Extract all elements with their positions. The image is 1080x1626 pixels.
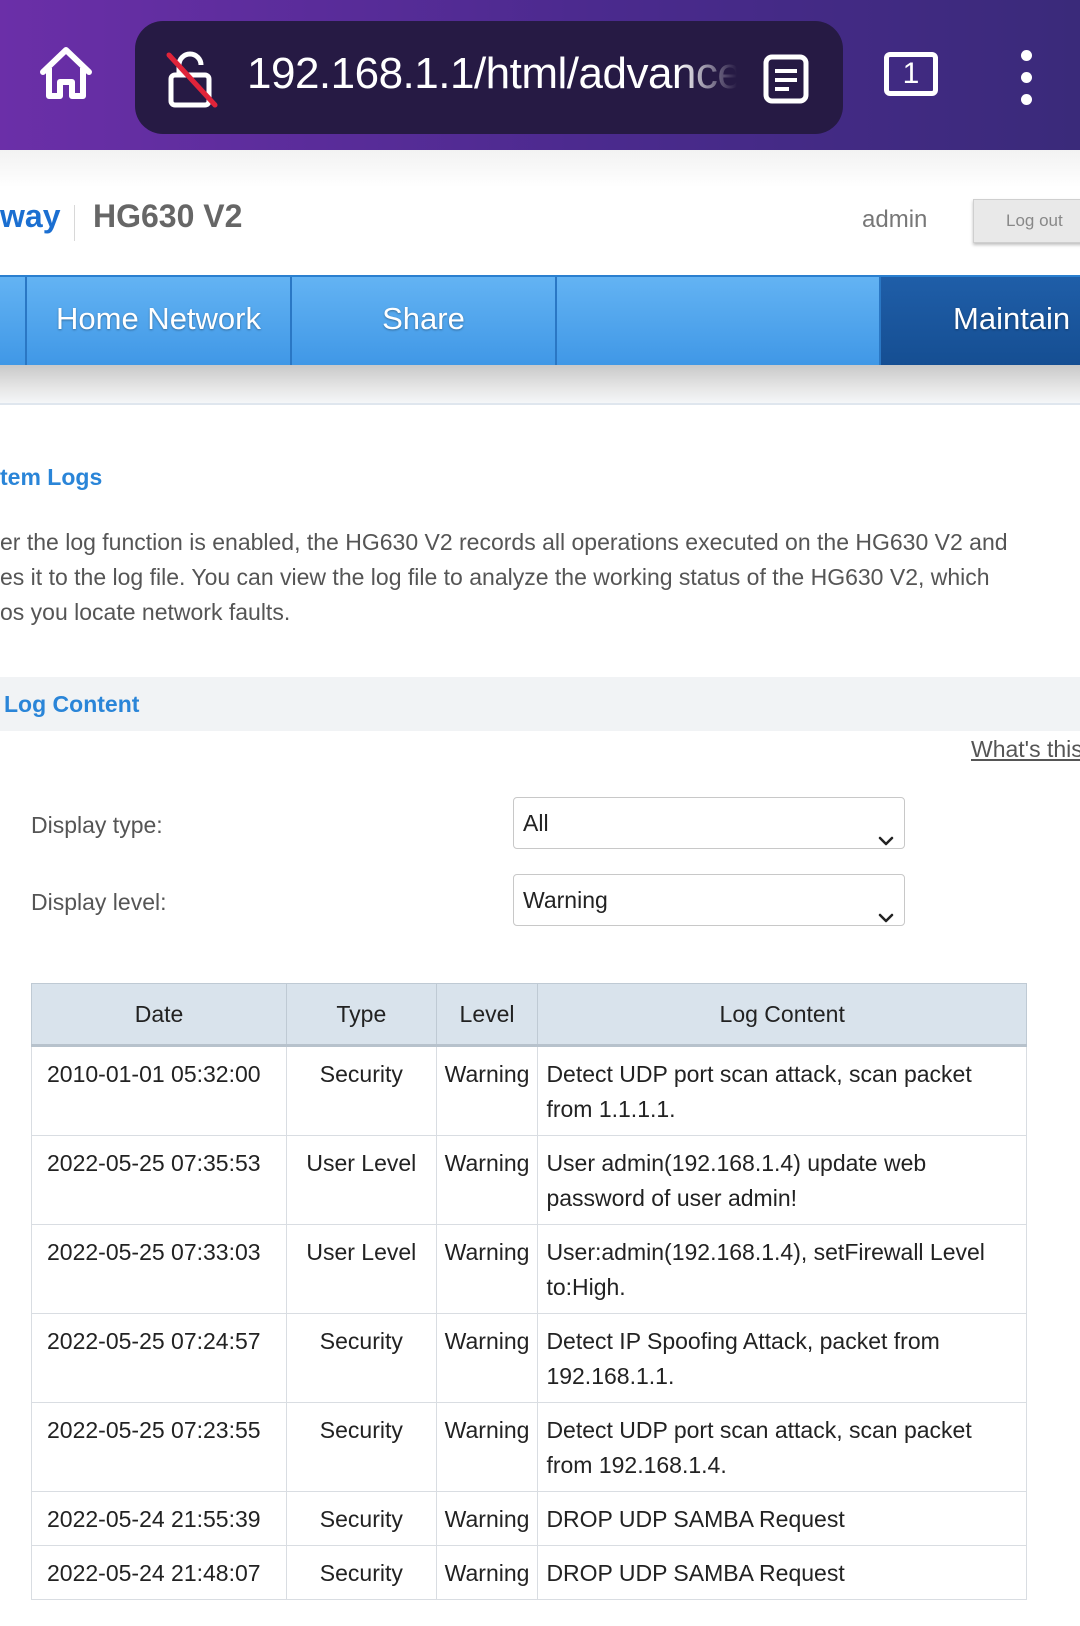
log-level: Warning bbox=[435, 1491, 539, 1546]
description-line: es it to the log file. You can view the … bbox=[0, 564, 990, 590]
log-content: Detect UDP port scan attack, scan packet… bbox=[537, 1045, 1027, 1136]
description-line: os you locate network faults. bbox=[0, 599, 291, 625]
log-date: 2022-05-25 07:35:53 bbox=[31, 1135, 287, 1225]
display-level-label: Display level: bbox=[31, 889, 167, 915]
tab-count: 1 bbox=[902, 57, 920, 90]
nav-item-share[interactable]: Share bbox=[292, 277, 557, 367]
column-header-level: Level bbox=[435, 983, 539, 1047]
log-content: Detect UDP port scan attack, scan packet… bbox=[537, 1402, 1027, 1492]
unlocked-warning-icon[interactable] bbox=[165, 51, 219, 109]
nav-item-home-network[interactable]: Home Network bbox=[27, 277, 292, 367]
log-level: Warning bbox=[435, 1045, 539, 1136]
column-header-log-content: Log Content bbox=[537, 983, 1027, 1047]
url-text[interactable]: 192.168.1.1/html/advance.ht bbox=[247, 49, 737, 99]
log-date: 2022-05-24 21:55:39 bbox=[31, 1491, 287, 1546]
reader-mode-icon[interactable] bbox=[763, 54, 809, 104]
display-level-select[interactable]: Warning bbox=[513, 874, 905, 926]
page-description: er the log function is enabled, the HG63… bbox=[0, 525, 1070, 630]
nav-item-maintain[interactable]: Maintain bbox=[881, 277, 1080, 367]
log-content: User admin(192.168.1.4) update web passw… bbox=[537, 1135, 1027, 1225]
subsection-header: Log Content bbox=[0, 677, 1080, 731]
display-type-value: All bbox=[523, 810, 549, 836]
log-date: 2010-01-01 05:32:00 bbox=[31, 1045, 287, 1136]
log-type: Security bbox=[286, 1545, 437, 1600]
display-type-select[interactable]: All bbox=[513, 797, 905, 849]
log-type: User Level bbox=[286, 1224, 437, 1314]
log-content: User:admin(192.168.1.4), setFirewall Lev… bbox=[537, 1224, 1027, 1314]
table-row: 2022-05-25 07:33:03 User Level Warning U… bbox=[31, 1224, 1027, 1314]
table-row: 2022-05-25 07:35:53 User Level Warning U… bbox=[31, 1135, 1027, 1225]
log-level: Warning bbox=[435, 1135, 539, 1225]
table-row: 2022-05-24 21:55:39 Security Warning DRO… bbox=[31, 1491, 1027, 1546]
router-header: way HG630 V2 admin Log out bbox=[0, 150, 1080, 275]
header-divider bbox=[74, 205, 75, 241]
chevron-down-icon bbox=[878, 893, 894, 923]
page-title: tem Logs bbox=[0, 464, 103, 490]
subsection-title: Log Content bbox=[4, 691, 140, 717]
table-row: 2022-05-24 21:48:07 Security Warning DRO… bbox=[31, 1545, 1027, 1600]
nav-item-clipped[interactable] bbox=[0, 277, 27, 367]
log-type: Security bbox=[286, 1313, 437, 1403]
log-type: Security bbox=[286, 1045, 437, 1136]
log-table: Date Type Level Log Content 2010-01-01 0… bbox=[31, 983, 1027, 1600]
display-level-value: Warning bbox=[523, 887, 608, 913]
log-content: DROP UDP SAMBA Request bbox=[537, 1491, 1027, 1546]
log-level: Warning bbox=[435, 1402, 539, 1492]
username: admin bbox=[862, 206, 928, 233]
log-type: Security bbox=[286, 1402, 437, 1492]
nav-item-blank[interactable] bbox=[557, 277, 881, 367]
model-name: HG630 V2 bbox=[93, 198, 243, 234]
column-header-type: Type bbox=[286, 983, 437, 1047]
logout-button[interactable]: Log out bbox=[973, 199, 1080, 243]
log-date: 2022-05-25 07:33:03 bbox=[31, 1224, 287, 1314]
whats-this-link[interactable]: What's this bbox=[971, 736, 1080, 763]
chevron-down-icon bbox=[878, 816, 894, 846]
log-date: 2022-05-25 07:23:55 bbox=[31, 1402, 287, 1492]
table-row: 2022-05-25 07:23:55 Security Warning Det… bbox=[31, 1402, 1027, 1492]
log-level: Warning bbox=[435, 1545, 539, 1600]
brand-logo: way bbox=[0, 198, 61, 234]
table-row: 2022-05-25 07:24:57 Security Warning Det… bbox=[31, 1313, 1027, 1403]
nav-shadow bbox=[0, 365, 1080, 405]
address-bar[interactable]: 192.168.1.1/html/advance.ht bbox=[135, 21, 843, 134]
log-content: Detect IP Spoofing Attack, packet from 1… bbox=[537, 1313, 1027, 1403]
main-nav: Home Network Share Maintain bbox=[0, 275, 1080, 367]
description-line: er the log function is enabled, the HG63… bbox=[0, 529, 1008, 555]
log-level: Warning bbox=[435, 1313, 539, 1403]
tabs-icon[interactable]: 1 bbox=[884, 52, 938, 96]
table-header-row: Date Type Level Log Content bbox=[31, 983, 1027, 1047]
log-level: Warning bbox=[435, 1224, 539, 1314]
column-header-date: Date bbox=[31, 983, 287, 1047]
home-icon[interactable] bbox=[38, 44, 94, 104]
browser-toolbar: 192.168.1.1/html/advance.ht 1 bbox=[0, 0, 1080, 150]
log-date: 2022-05-25 07:24:57 bbox=[31, 1313, 287, 1403]
table-row: 2010-01-01 05:32:00 Security Warning Det… bbox=[31, 1045, 1027, 1136]
log-type: Security bbox=[286, 1491, 437, 1546]
log-date: 2022-05-24 21:48:07 bbox=[31, 1545, 287, 1600]
more-vert-icon[interactable] bbox=[1019, 50, 1033, 106]
display-type-label: Display type: bbox=[31, 812, 163, 838]
log-content: DROP UDP SAMBA Request bbox=[537, 1545, 1027, 1600]
log-type: User Level bbox=[286, 1135, 437, 1225]
